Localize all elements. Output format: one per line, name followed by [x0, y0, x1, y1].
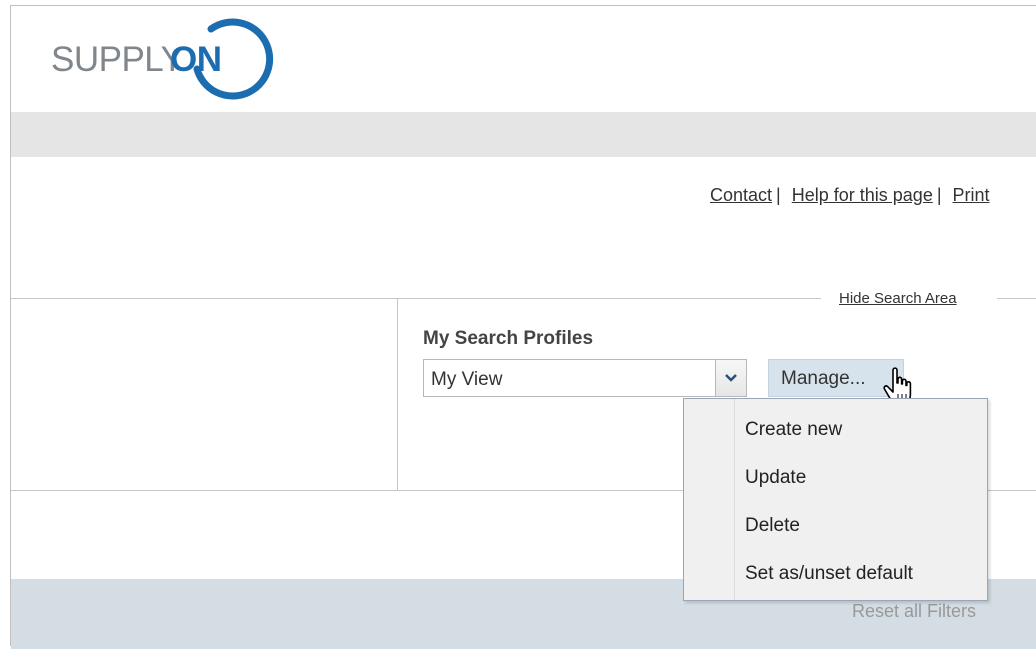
chevron-down-icon — [725, 374, 737, 382]
reset-all-filters-button[interactable]: Reset all Filters — [852, 601, 976, 622]
link-separator: | — [936, 185, 942, 205]
selected-profile-value: My View — [431, 369, 503, 390]
header-band — [11, 112, 1036, 157]
menu-item-set-default[interactable]: Set as/unset default — [745, 563, 913, 585]
menu-item-delete[interactable]: Delete — [745, 515, 800, 537]
logo-text-supply: SUPPLY — [51, 40, 184, 79]
search-area-column-divider — [397, 299, 398, 491]
contact-link[interactable]: Contact — [710, 185, 772, 205]
supplyon-logo[interactable]: SUPPLY ON — [51, 14, 291, 104]
top-links: Contact | Help for this page | Print — [710, 185, 990, 206]
help-link[interactable]: Help for this page — [792, 185, 933, 205]
print-link[interactable]: Print — [953, 185, 990, 205]
search-area-divider-left — [11, 298, 821, 299]
menu-item-update[interactable]: Update — [745, 467, 806, 489]
search-profiles-label: My Search Profiles — [423, 328, 594, 349]
link-separator: | — [776, 185, 781, 205]
app-frame: SUPPLY ON Contact | Help for this page | P… — [10, 5, 1036, 649]
search-profile-select[interactable]: My View — [423, 359, 747, 397]
manage-menu: Create new Update Delete Set as/unset de… — [683, 398, 988, 601]
hide-search-area-link[interactable]: Hide Search Area — [839, 290, 957, 307]
dropdown-arrow-button[interactable] — [715, 360, 746, 396]
search-area-divider-right — [997, 298, 1036, 299]
menu-icon-gutter — [684, 399, 735, 600]
logo-text-on: ON — [170, 40, 222, 79]
menu-item-create-new[interactable]: Create new — [745, 419, 842, 441]
